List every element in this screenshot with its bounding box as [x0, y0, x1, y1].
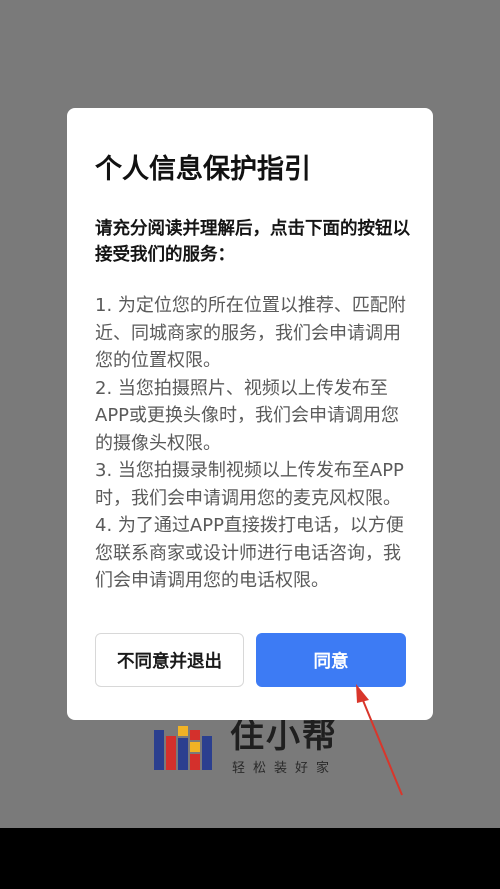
permission-list[interactable]: 1. 为定位您的所在位置以推荐、匹配附近、同城商家的服务，我们会申请调用您的位置… [95, 292, 413, 602]
brand-logo: 住小帮 轻松装好家 [154, 716, 364, 784]
dialog-title: 个人信息保护指引 [95, 154, 311, 185]
permission-item-camera: 2. 当您拍摄照片、视频以上传发布至APP或更换头像时，我们会申请调用您的摄像头… [95, 377, 400, 454]
agree-button[interactable]: 同意 [256, 633, 406, 687]
dialog-lead-text: 请充分阅读并理解后，点击下面的按钮以接受我们的服务： [95, 219, 410, 265]
brand-name: 住小帮 [230, 716, 338, 756]
screen: 住小帮 轻松装好家 个人信息保护指引 请充分阅读并理解后，点击下面的按钮以接受我… [0, 0, 500, 889]
decline-exit-button[interactable]: 不同意并退出 [95, 633, 244, 687]
zhuxiaobang-logo-icon [154, 726, 212, 770]
permission-item-microphone: 3. 当您拍摄录制视频以上传发布至APP时，我们会申请调用您的麦克风权限。 [95, 460, 404, 509]
privacy-dialog: 个人信息保护指引 请充分阅读并理解后，点击下面的按钮以接受我们的服务： 1. 为… [67, 108, 433, 720]
system-navigation-bar [0, 828, 500, 889]
brand-slogan: 轻松装好家 [232, 761, 338, 776]
permission-item-location: 1. 为定位您的所在位置以推荐、匹配附近、同城商家的服务，我们会申请调用您的位置… [95, 295, 406, 371]
permission-item-phone: 4. 为了通过APP直接拨打电话，以方便您联系商家或设计师进行电话咨询，我们会申… [95, 515, 404, 591]
